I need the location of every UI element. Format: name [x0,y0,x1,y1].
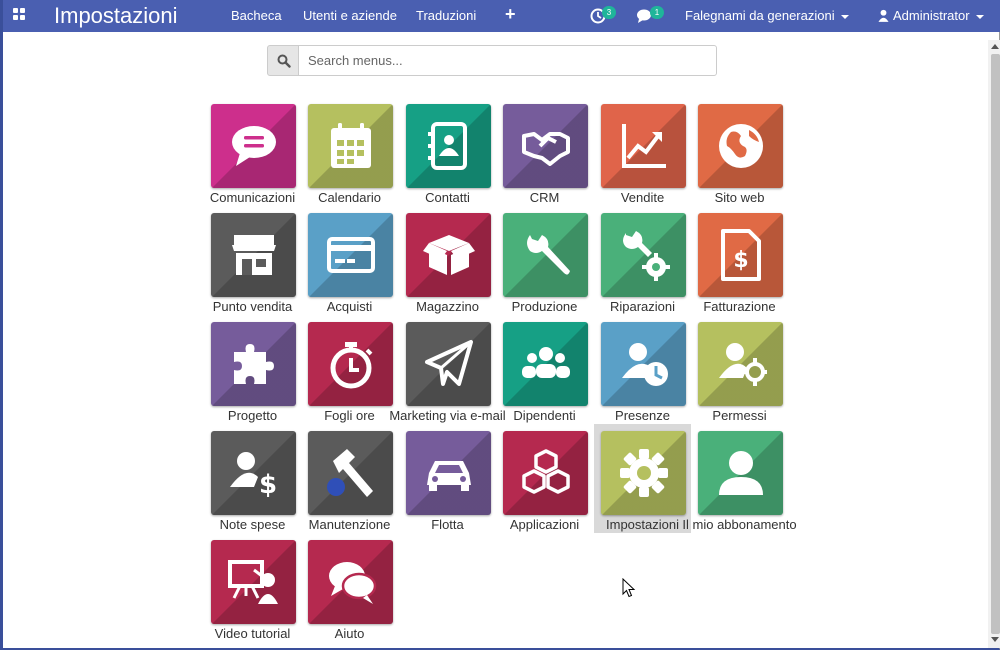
wrench-gear-icon [623,231,670,281]
user-clock-icon [622,343,668,386]
search-icon-addon[interactable] [267,45,299,76]
search-icon [277,54,291,68]
app-tile[interactable] [211,322,296,406]
menu-bacheca[interactable]: Bacheca [231,8,282,24]
chat-icon [232,126,276,166]
address-book-icon [428,122,467,170]
app-tile[interactable] [503,322,588,406]
menu-traduzioni[interactable]: Traduzioni [416,8,476,24]
search-menus [267,45,717,76]
app-tile[interactable] [698,431,783,515]
company-switcher[interactable]: Falegnami da generazioni [685,8,849,24]
app-tile[interactable] [308,431,393,515]
app-label: Sito web [714,190,765,205]
app-tile[interactable] [601,431,686,515]
stopwatch-icon [330,342,373,389]
globe-icon [719,124,763,168]
chevron-down-icon [975,14,984,19]
gear-icon [620,449,668,497]
app-tile[interactable] [503,104,588,188]
app-tile[interactable]: $ [698,213,783,297]
scroll-up-icon[interactable] [991,44,999,49]
app-il-mio-abbonamento[interactable]: Il mio abbonamento [682,424,797,533]
app-tile[interactable] [698,322,783,406]
invoice-icon: $ [721,229,761,281]
plus-icon[interactable]: + [505,4,516,25]
chat-bubbles-icon [329,562,377,604]
paper-plane-icon [425,340,473,386]
app-tile[interactable] [211,213,296,297]
calendar-icon [331,123,371,168]
app-label: Fatturazione [703,299,776,314]
app-tile[interactable]: $ [211,431,296,515]
wrench-icon [527,235,570,275]
user-gear-icon [719,343,767,386]
app-label: Il mio abbonamento [682,517,797,532]
user-name: Administrator [893,8,970,23]
app-permessi[interactable]: Permessi [691,315,788,424]
app-title: Impostazioni [54,3,178,28]
app-tile[interactable] [601,104,686,188]
user-icon [878,9,889,22]
app-aiuto[interactable]: Aiuto [301,533,398,642]
app-label: Aiuto [334,626,365,641]
chart-up-icon [622,124,666,168]
app-switcher-icon[interactable] [13,8,29,24]
company-name: Falegnami da generazioni [685,8,835,23]
app-tile[interactable] [211,540,296,624]
app-tile[interactable] [698,104,783,188]
svg-text:$: $ [733,248,748,273]
app-tile[interactable] [503,431,588,515]
car-icon [427,461,471,491]
app-sito-web[interactable]: Sito web [691,97,788,206]
handshake-icon [522,132,570,166]
app-tile[interactable] [601,213,686,297]
app-tile[interactable] [406,104,491,188]
vertical-scrollbar[interactable] [988,40,1000,648]
app-tile[interactable] [308,213,393,297]
app-tile[interactable] [308,540,393,624]
app-tile[interactable] [308,104,393,188]
user-menu[interactable]: Administrator [878,8,984,24]
app-tile[interactable] [308,322,393,406]
window-frame: Impostazioni Bacheca Utenti e aziende Tr… [0,0,1000,650]
chevron-down-icon [840,14,849,19]
box-icon [423,235,475,275]
cubes-icon [522,449,570,494]
mouse-cursor-icon [622,578,636,598]
credit-card-icon [327,237,375,273]
activity-badge: 3 [602,6,616,19]
search-input[interactable] [298,45,717,76]
app-tile[interactable] [406,431,491,515]
user-icon [719,451,763,495]
user-dollar-icon: $ [230,452,277,499]
menu-utenti-aziende[interactable]: Utenti e aziende [303,8,397,24]
scroll-down-icon[interactable] [991,637,999,642]
svg-text:$: $ [259,470,277,499]
app-fatturazione[interactable]: $ Fatturazione [691,206,788,315]
app-tile[interactable] [406,213,491,297]
app-tile[interactable] [406,322,491,406]
hammer-icon [327,449,373,497]
app-tile[interactable] [601,322,686,406]
users-icon [522,347,570,378]
app-tile[interactable] [211,104,296,188]
messages-badge: 1 [650,6,664,19]
store-icon [232,235,276,275]
puzzle-icon [234,344,274,384]
app-tile[interactable] [503,213,588,297]
top-navbar: Impostazioni Bacheca Utenti e aziende Tr… [3,0,1000,32]
scroll-thumb[interactable] [991,54,1000,634]
app-label: Permessi [712,408,767,423]
presentation-icon [228,560,278,604]
